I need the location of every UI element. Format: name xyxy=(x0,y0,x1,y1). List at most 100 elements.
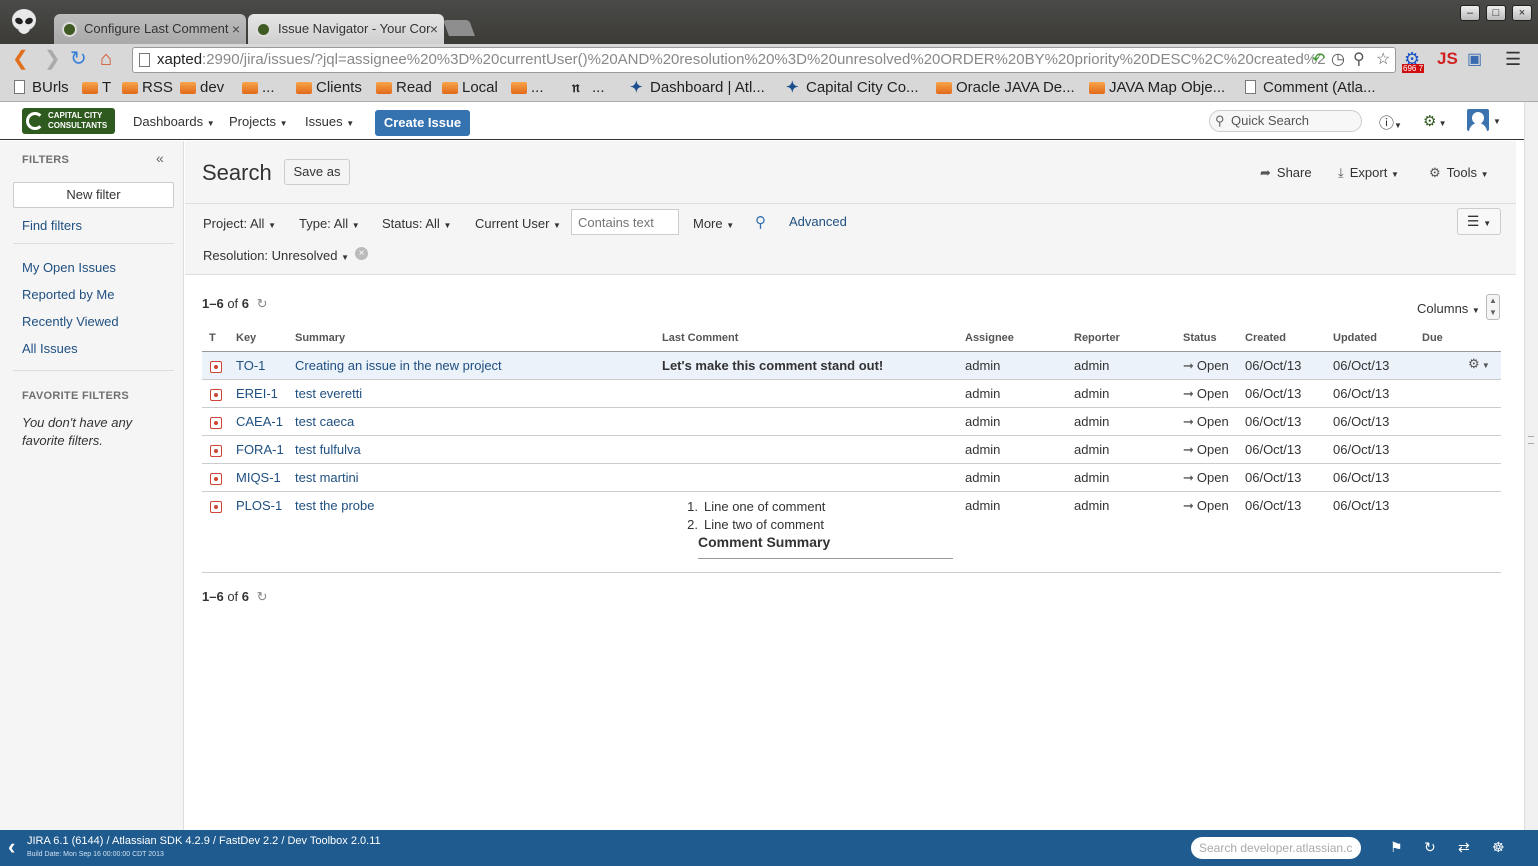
refresh-icon[interactable]: ↻ xyxy=(257,296,268,311)
issue-summary[interactable]: test everetti xyxy=(295,386,362,401)
nav-dashboards[interactable]: Dashboards ▼ xyxy=(133,114,215,129)
maximize-button[interactable]: □ xyxy=(1486,5,1506,21)
page-scrollbar[interactable] xyxy=(1524,102,1538,830)
refresh-icon[interactable]: ↻ xyxy=(257,589,268,604)
scroll-grip-icon[interactable] xyxy=(1528,436,1534,444)
table-row[interactable]: TO-1 Creating an issue in the new projec… xyxy=(202,351,1501,380)
row-actions-gear-icon[interactable]: ⚙ ▼ xyxy=(1468,356,1490,372)
column-header-reporter[interactable]: Reporter xyxy=(1074,332,1120,344)
clear-criteria-icon[interactable]: × xyxy=(355,247,368,260)
reporter[interactable]: admin xyxy=(1074,358,1109,373)
window-extension-icon[interactable]: ▣ xyxy=(1467,49,1482,69)
sync-icon[interactable]: ⇄ xyxy=(1458,839,1470,856)
quick-search-input[interactable]: ⚲ Quick Search xyxy=(1209,110,1362,132)
bookmark-capital-city[interactable]: ✦ Capital City Co... xyxy=(786,74,919,102)
column-header-key[interactable]: Key xyxy=(236,332,256,344)
bookmark-folder[interactable]: ... xyxy=(242,74,275,102)
save-as-button[interactable]: Save as xyxy=(284,159,350,185)
new-tab-button[interactable] xyxy=(443,20,475,36)
table-row[interactable]: MIQS-1 test martini admin admin ➞ Open 06… xyxy=(202,464,1501,492)
bookmark-burls[interactable]: BUrls xyxy=(12,74,69,102)
tools-button[interactable]: ⚙ Tools ▼ xyxy=(1429,165,1489,181)
column-header-status[interactable]: Status xyxy=(1183,332,1217,344)
capital-city-logo[interactable]: CAPITAL CITY CONSULTANTS xyxy=(22,108,115,134)
more-criteria-button[interactable]: More ▼ xyxy=(693,216,734,231)
address-bar[interactable]: xapted:2990/jira/issues/?jql=assignee%20… xyxy=(132,47,1396,73)
bookmark-rss[interactable]: RSS xyxy=(122,74,173,102)
bug-report-icon[interactable]: ☸ xyxy=(1492,839,1505,856)
assignee[interactable]: admin xyxy=(965,442,1000,457)
issue-key[interactable]: EREI-1 xyxy=(236,386,278,401)
column-header-updated[interactable]: Updated xyxy=(1333,332,1377,344)
bookmark-comment[interactable]: Comment (Atla... xyxy=(1243,74,1376,102)
clock-search-icon[interactable]: ◷ xyxy=(1331,49,1345,69)
tab-close-icon[interactable]: × xyxy=(232,14,240,44)
advanced-search-link[interactable]: Advanced xyxy=(789,214,847,229)
filter-recently-viewed[interactable]: Recently Viewed xyxy=(22,314,119,329)
column-header-type[interactable]: T xyxy=(209,332,216,344)
search-icon[interactable]: ⚲ xyxy=(755,213,766,231)
share-button[interactable]: ➦ Share xyxy=(1260,165,1312,181)
search-icon[interactable]: ⚲ xyxy=(1353,49,1365,69)
issue-summary[interactable]: Creating an issue in the new project xyxy=(295,358,502,373)
column-header-last-comment[interactable]: Last Comment xyxy=(662,332,738,344)
resolution-criteria[interactable]: Resolution: Unresolved ▼ xyxy=(203,248,349,263)
create-issue-button[interactable]: Create Issue xyxy=(375,110,470,136)
reporter[interactable]: admin xyxy=(1074,498,1109,513)
issue-key[interactable]: MIQS-1 xyxy=(236,470,281,485)
assignee[interactable]: admin xyxy=(965,414,1000,429)
type-criteria[interactable]: Type: All ▼ xyxy=(299,216,360,231)
issue-summary[interactable]: test martini xyxy=(295,470,359,485)
table-row[interactable]: PLOS-1 test the probe 1. Line one of comm… xyxy=(202,492,1501,572)
assignee[interactable]: admin xyxy=(965,386,1000,401)
minimize-button[interactable]: – xyxy=(1460,5,1480,21)
forward-icon[interactable]: ❯ xyxy=(44,48,61,70)
bookmark-nyt[interactable]: 𝔫... xyxy=(572,74,605,102)
reporter[interactable]: admin xyxy=(1074,414,1109,429)
dropdown-arrow-icon[interactable]: ▼ xyxy=(1493,117,1501,126)
bookmark-local[interactable]: Local xyxy=(442,74,498,102)
bookmark-java-map[interactable]: JAVA Map Obje... xyxy=(1089,74,1225,102)
contains-text-input[interactable] xyxy=(571,209,679,235)
column-scroll-stepper[interactable]: ▲ ▼ xyxy=(1486,294,1500,320)
find-filters-link[interactable]: Find filters xyxy=(22,218,82,233)
table-row[interactable]: EREI-1 test everetti admin admin ➞ Open 0… xyxy=(202,380,1501,408)
issue-summary[interactable]: test the probe xyxy=(295,498,375,513)
bookmark-read[interactable]: Read xyxy=(376,74,432,102)
admin-gear-icon[interactable]: ⚙ ▼ xyxy=(1423,112,1447,130)
assignee[interactable]: admin xyxy=(965,470,1000,485)
chevron-left-icon[interactable]: ‹ xyxy=(8,834,15,860)
export-button[interactable]: ⤓ Export ▼ xyxy=(1338,165,1399,181)
js-extension-icon[interactable]: JS xyxy=(1437,49,1458,69)
tab-close-icon[interactable]: × xyxy=(430,14,438,44)
columns-button[interactable]: Columns ▼ xyxy=(1417,301,1480,316)
user-avatar[interactable] xyxy=(1467,109,1489,131)
bookmark-t[interactable]: T xyxy=(82,74,111,102)
filter-reported-by-me[interactable]: Reported by Me xyxy=(22,287,115,302)
table-row[interactable]: FORA-1 test fulfulva admin admin ➞ Open 0… xyxy=(202,436,1501,464)
help-icon[interactable]: ⓘ▼ xyxy=(1379,112,1402,133)
issue-summary[interactable]: test caeca xyxy=(295,414,354,429)
flag-icon[interactable]: ⚑ xyxy=(1390,839,1403,856)
bookmark-clients[interactable]: Clients xyxy=(296,74,362,102)
reload-icon[interactable]: ↻ xyxy=(70,48,87,70)
nav-issues[interactable]: Issues ▼ xyxy=(305,114,354,129)
column-header-summary[interactable]: Summary xyxy=(295,332,345,344)
star-icon[interactable]: ☆ xyxy=(1376,49,1390,69)
column-header-assignee[interactable]: Assignee xyxy=(965,332,1014,344)
column-header-created[interactable]: Created xyxy=(1245,332,1286,344)
reporter[interactable]: admin xyxy=(1074,470,1109,485)
browser-menu-icon[interactable]: ☰ xyxy=(1505,49,1521,70)
new-filter-button[interactable]: New filter xyxy=(13,182,174,208)
status-criteria[interactable]: Status: All ▼ xyxy=(382,216,451,231)
bookmark-dashboard[interactable]: ✦ Dashboard | Atl... xyxy=(630,74,765,102)
nav-projects[interactable]: Projects ▼ xyxy=(229,114,288,129)
assignee[interactable]: admin xyxy=(965,358,1000,373)
issue-key[interactable]: PLOS-1 xyxy=(236,498,282,513)
table-row[interactable]: CAEA-1 test caeca admin admin ➞ Open 06/O… xyxy=(202,408,1501,436)
close-window-button[interactable]: × xyxy=(1512,5,1532,21)
bookmark-oracle-java[interactable]: Oracle JAVA De... xyxy=(936,74,1075,102)
reporter[interactable]: admin xyxy=(1074,442,1109,457)
issue-summary[interactable]: test fulfulva xyxy=(295,442,361,457)
filter-all-issues[interactable]: All Issues xyxy=(22,341,78,356)
